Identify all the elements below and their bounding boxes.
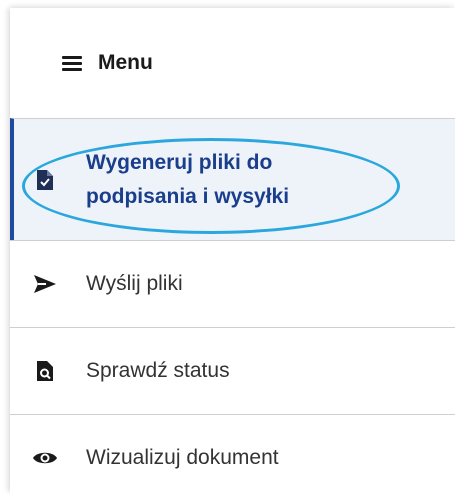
menu-item-send-files[interactable]: Wyślij pliki: [10, 240, 455, 327]
menu-item-generate-files[interactable]: Wygeneruj pliki do podpisania i wysyłki: [10, 118, 455, 240]
menu-item-check-status[interactable]: Sprawdź status: [10, 327, 455, 414]
document-search-icon: [32, 358, 58, 384]
menu-title: Menu: [98, 51, 153, 74]
menu-item-label-line2: podpisania i wysyłki: [86, 184, 290, 208]
menu-item-label: Wyślij pliki: [86, 272, 183, 295]
side-menu-panel: Menu Wygeneruj pliki do podpisania i wys…: [10, 8, 455, 493]
send-icon: [32, 271, 58, 297]
menu-item-label: Wygeneruj pliki do podpisania i wysyłki: [86, 146, 289, 214]
menu-item-label: Sprawdź status: [86, 359, 230, 382]
file-check-icon: [32, 167, 58, 193]
menu-item-label: Wizualizuj dokument: [86, 446, 279, 469]
hamburger-menu-icon[interactable]: [62, 55, 84, 71]
menu-item-visualize-document[interactable]: Wizualizuj dokument: [10, 414, 455, 493]
eye-icon: [32, 445, 58, 471]
menu-header[interactable]: Menu: [10, 8, 455, 118]
menu-item-label-line1: Wygeneruj pliki do: [86, 150, 273, 174]
